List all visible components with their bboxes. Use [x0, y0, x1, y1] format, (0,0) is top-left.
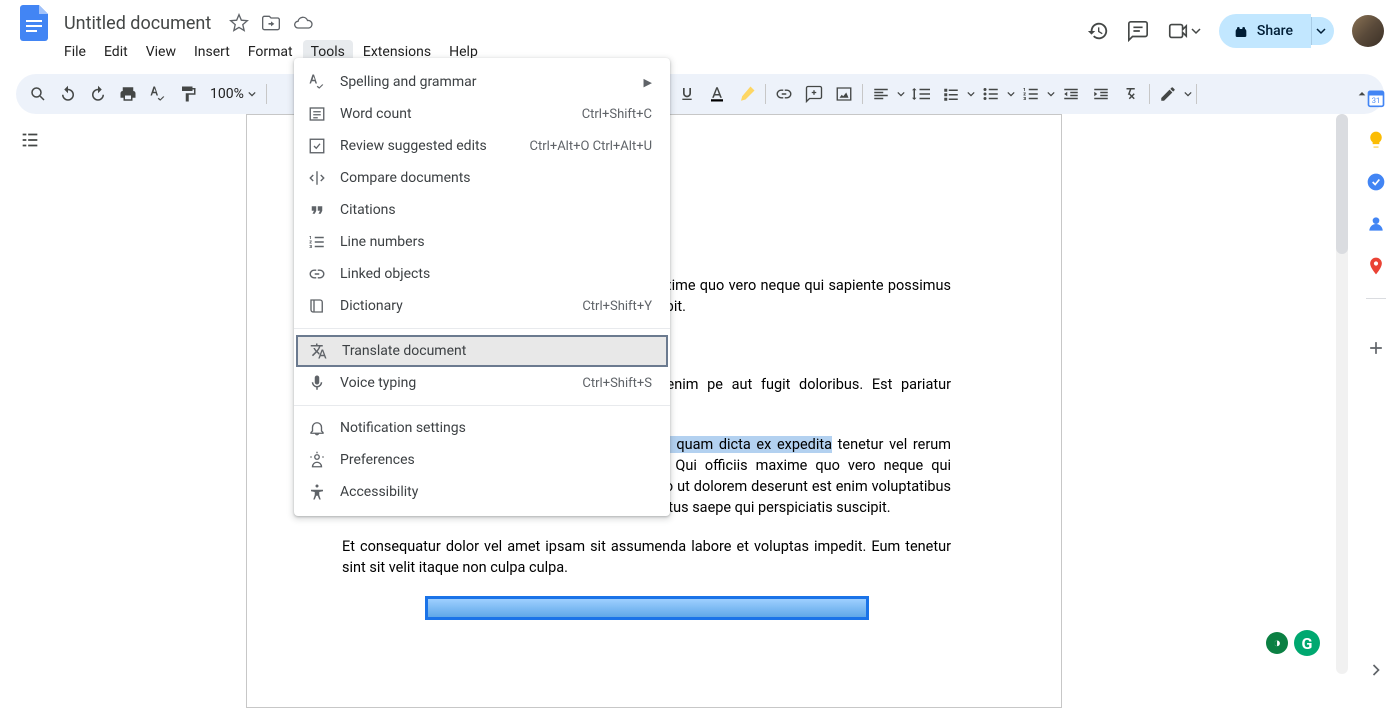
underline-icon[interactable]	[673, 80, 701, 108]
share-label: Share	[1257, 23, 1293, 39]
selected-image[interactable]	[425, 596, 869, 620]
contacts-app-icon[interactable]	[1366, 214, 1386, 234]
align-icon[interactable]	[867, 80, 895, 108]
menu-item-citations[interactable]: Citations	[294, 194, 670, 226]
menu-edit[interactable]: Edit	[96, 40, 136, 64]
editing-mode-icon[interactable]	[1154, 80, 1182, 108]
decrease-indent-icon[interactable]	[1057, 80, 1085, 108]
menu-item-translate[interactable]: Translate document	[296, 335, 668, 367]
side-panel: 31	[1352, 70, 1400, 690]
maps-app-icon[interactable]	[1366, 256, 1386, 276]
text-color-icon[interactable]	[703, 80, 731, 108]
chevron-down-icon[interactable]	[1007, 90, 1015, 98]
chevron-down-icon[interactable]	[967, 90, 975, 98]
get-addons-icon[interactable]	[1366, 338, 1386, 358]
side-panel-toggle-icon[interactable]	[1366, 660, 1386, 680]
undo-icon[interactable]	[54, 80, 82, 108]
menu-item-linenumbers[interactable]: Line numbers	[294, 226, 670, 258]
redo-icon[interactable]	[84, 80, 112, 108]
chevron-down-icon[interactable]	[1184, 90, 1192, 98]
svg-text:31: 31	[1372, 96, 1380, 105]
bulleted-list-icon[interactable]	[977, 80, 1005, 108]
scrollbar[interactable]	[1336, 114, 1348, 674]
zoom-selector[interactable]: 100%	[204, 86, 262, 102]
menu-item-voice[interactable]: Voice typing Ctrl+Shift+S	[294, 367, 670, 399]
highlight-color-icon[interactable]	[733, 80, 761, 108]
docs-home-icon[interactable]	[16, 5, 52, 41]
tasks-app-icon[interactable]	[1366, 172, 1386, 192]
insert-image-icon[interactable]	[830, 80, 858, 108]
document-title[interactable]: Untitled document	[58, 11, 217, 36]
move-icon[interactable]	[261, 13, 281, 33]
menu-insert[interactable]: Insert	[186, 40, 238, 64]
menu-item-notifications[interactable]: Notification settings	[294, 412, 670, 444]
menu-view[interactable]: View	[138, 40, 184, 64]
account-avatar[interactable]	[1352, 15, 1384, 47]
menu-item-accessibility[interactable]: Accessibility	[294, 476, 670, 508]
share-dropdown[interactable]	[1311, 17, 1334, 45]
insert-link-icon[interactable]	[770, 80, 798, 108]
menu-item-wordcount[interactable]: Word count Ctrl+Shift+C	[294, 98, 670, 130]
print-icon[interactable]	[114, 80, 142, 108]
numbered-list-icon[interactable]	[1017, 80, 1045, 108]
tools-menu-dropdown: Spelling and grammar ▶ Word count Ctrl+S…	[294, 58, 670, 516]
increase-indent-icon[interactable]	[1087, 80, 1115, 108]
grammarly-icon[interactable]: G	[1294, 630, 1320, 656]
menu-item-compare[interactable]: Compare documents	[294, 162, 670, 194]
grammarly-suggestion-icon[interactable]: ◑	[1266, 632, 1288, 654]
outline-icon[interactable]	[12, 122, 48, 158]
scroll-thumb[interactable]	[1336, 114, 1348, 254]
toolbar: 100%	[16, 74, 1384, 114]
meet-button[interactable]	[1167, 20, 1201, 42]
menu-item-dictionary[interactable]: Dictionary Ctrl+Shift+Y	[294, 290, 670, 322]
spellcheck-icon[interactable]	[144, 80, 172, 108]
history-icon[interactable]	[1087, 20, 1109, 42]
menu-item-spelling[interactable]: Spelling and grammar ▶	[294, 66, 670, 98]
chevron-right-icon: ▶	[644, 76, 652, 89]
chevron-down-icon[interactable]	[897, 90, 905, 98]
menu-item-linked[interactable]: Linked objects	[294, 258, 670, 290]
cloud-status-icon[interactable]	[293, 13, 313, 33]
add-comment-icon[interactable]	[800, 80, 828, 108]
share-button[interactable]: Share	[1219, 14, 1311, 48]
keep-app-icon[interactable]	[1366, 130, 1386, 150]
checklist-icon[interactable]	[937, 80, 965, 108]
menu-format[interactable]: Format	[240, 40, 301, 64]
paint-format-icon[interactable]	[174, 80, 202, 108]
search-menu-icon[interactable]	[24, 80, 52, 108]
comment-history-icon[interactable]	[1127, 20, 1149, 42]
star-icon[interactable]	[229, 13, 249, 33]
chevron-down-icon[interactable]	[1047, 90, 1055, 98]
clear-formatting-icon[interactable]	[1117, 80, 1145, 108]
line-spacing-icon[interactable]	[907, 80, 935, 108]
menu-item-preferences[interactable]: Preferences	[294, 444, 670, 476]
menu-item-review[interactable]: Review suggested edits Ctrl+Alt+O Ctrl+A…	[294, 130, 670, 162]
calendar-app-icon[interactable]: 31	[1366, 88, 1386, 108]
menu-file[interactable]: File	[56, 40, 94, 64]
